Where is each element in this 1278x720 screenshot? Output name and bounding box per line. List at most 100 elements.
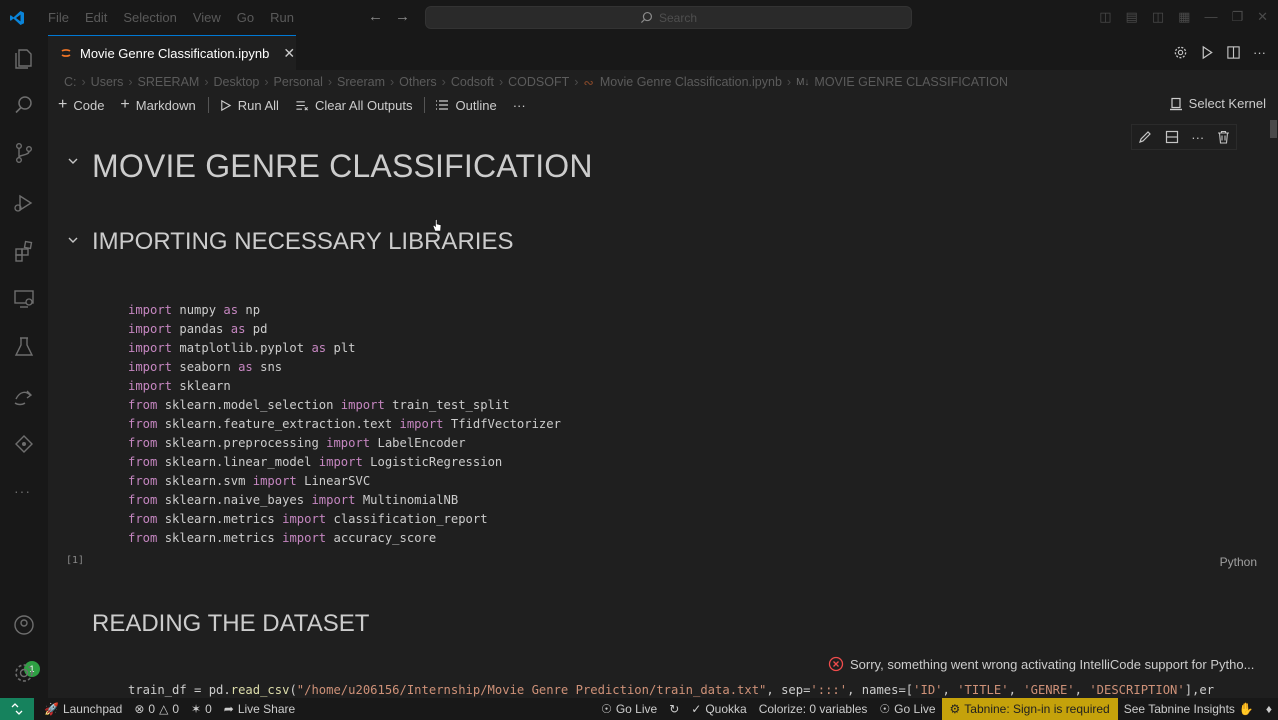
toolbar-divider bbox=[424, 97, 426, 113]
code-token: from bbox=[128, 512, 158, 526]
code-token: sklearn.linear_model bbox=[157, 455, 319, 469]
select-kernel-button[interactable]: Select Kernel bbox=[1169, 96, 1266, 111]
settings-gear-icon[interactable] bbox=[1173, 45, 1188, 60]
editor-scrollbar[interactable] bbox=[1270, 120, 1277, 138]
collapse-chevron-icon[interactable] bbox=[66, 233, 80, 247]
close-window-icon[interactable]: ✕ bbox=[1257, 9, 1268, 25]
notifications-bell[interactable]: ♦ bbox=[1260, 702, 1278, 716]
explorer-icon[interactable] bbox=[12, 47, 36, 71]
breadcrumb-item[interactable]: Codsoft bbox=[451, 75, 494, 89]
go-live-item-2[interactable]: ☉ Go Live bbox=[873, 702, 941, 716]
run-icon[interactable] bbox=[1200, 45, 1214, 60]
git-graph-icon[interactable] bbox=[12, 433, 36, 457]
tabnine-status[interactable]: ⚙ Tabnine: Sign-in is required bbox=[941, 698, 1118, 720]
colorize-item[interactable]: Colorize: 0 variables bbox=[753, 702, 874, 716]
breadcrumb-item[interactable]: Sreeram bbox=[337, 75, 385, 89]
sync-item[interactable]: ↻ bbox=[663, 702, 685, 716]
clear-all-outputs-button[interactable]: Clear All Outputs bbox=[295, 98, 412, 113]
live-share-icon[interactable] bbox=[12, 385, 36, 409]
code-cell-read-dataset[interactable]: train_df = pd.read_csv("/home/u206156/In… bbox=[128, 683, 1214, 697]
forward-arrow-icon[interactable]: → bbox=[395, 8, 410, 25]
tab-notebook[interactable]: Movie Genre Classification.ipynb ✕ bbox=[48, 35, 296, 70]
source-control-icon[interactable] bbox=[12, 141, 36, 165]
breadcrumb-item[interactable]: MOVIE GENRE CLASSIFICATION bbox=[814, 75, 1008, 89]
tabnine-insights-item[interactable]: See Tabnine Insights ✋ bbox=[1118, 702, 1260, 716]
more-actions-icon[interactable]: ··· bbox=[1253, 45, 1266, 60]
code-token: np bbox=[238, 303, 261, 317]
testing-icon[interactable] bbox=[12, 335, 36, 359]
markdown-heading-title: MOVIE GENRE CLASSIFICATION bbox=[92, 148, 593, 184]
menu-run[interactable]: Run bbox=[262, 10, 302, 25]
split-cell-icon[interactable] bbox=[1165, 130, 1179, 144]
menu-go[interactable]: Go bbox=[229, 10, 262, 25]
error-circle-icon: ⊗ bbox=[134, 702, 145, 716]
run-all-button[interactable]: Run All bbox=[219, 98, 279, 113]
more-views-icon[interactable]: ··· bbox=[14, 483, 31, 499]
toggle-panel-icon[interactable]: ▤ bbox=[1126, 9, 1138, 25]
muscle-icon: ✋ bbox=[1238, 702, 1254, 716]
breadcrumb-item[interactable]: Movie Genre Classification.ipynb bbox=[600, 75, 782, 89]
quokka-item[interactable]: ✓ Quokka bbox=[685, 702, 752, 716]
breadcrumb-item[interactable]: C: bbox=[64, 75, 77, 89]
toggle-secondary-sidebar-icon[interactable]: ◫ bbox=[1152, 9, 1164, 25]
code-token: read_csv bbox=[230, 683, 290, 697]
command-center-search[interactable]: Search bbox=[425, 6, 912, 29]
code-token: 'GENRE' bbox=[1023, 683, 1075, 697]
extensions-icon[interactable] bbox=[12, 239, 36, 263]
breadcrumb-item[interactable]: Others bbox=[399, 75, 437, 89]
remote-explorer-icon[interactable] bbox=[12, 287, 36, 311]
menu-selection[interactable]: Selection bbox=[115, 10, 184, 25]
minimize-icon[interactable]: — bbox=[1204, 9, 1217, 25]
cell-language[interactable]: Python bbox=[1220, 555, 1257, 569]
code-token: sklearn.svm bbox=[157, 474, 253, 488]
toggle-sidebar-icon[interactable]: ◫ bbox=[1099, 9, 1111, 25]
notification-toast[interactable]: Sorry, something went wrong activating I… bbox=[828, 656, 1254, 672]
code-token: from bbox=[128, 531, 158, 545]
delete-trash-icon[interactable] bbox=[1217, 130, 1230, 144]
go-live-item[interactable]: ☉ Go Live bbox=[595, 702, 663, 716]
tabnine-insights-label: See Tabnine Insights bbox=[1123, 702, 1235, 716]
code-line: from sklearn.feature_extraction.text imp… bbox=[128, 415, 561, 434]
breadcrumb-item[interactable]: Desktop bbox=[214, 75, 260, 89]
remote-icon bbox=[11, 703, 23, 715]
code-token: from bbox=[128, 436, 158, 450]
cell-toolbar: ··· bbox=[1131, 124, 1237, 150]
toolbar-more-button[interactable]: ··· bbox=[513, 98, 526, 113]
code-cell-imports[interactable]: import numpy as np import pandas as pd imp… bbox=[128, 301, 561, 548]
add-code-cell-button[interactable]: + Code bbox=[58, 96, 104, 114]
layout-icon[interactable]: ▦ bbox=[1178, 9, 1190, 25]
manage-gear-icon[interactable] bbox=[12, 661, 36, 685]
edit-pencil-icon[interactable] bbox=[1138, 130, 1152, 144]
breadcrumb-item[interactable]: CODSOFT bbox=[508, 75, 569, 89]
more-actions-icon: ··· bbox=[512, 97, 526, 113]
back-arrow-icon[interactable]: ← bbox=[368, 8, 383, 25]
menu-edit[interactable]: Edit bbox=[77, 10, 115, 25]
breadcrumb-item[interactable]: Personal bbox=[274, 75, 323, 89]
collapse-chevron-icon[interactable] bbox=[66, 154, 80, 168]
restore-icon[interactable]: ❐ bbox=[1231, 9, 1243, 25]
cell-more-icon[interactable]: ··· bbox=[1191, 130, 1204, 145]
add-code-label: Code bbox=[73, 97, 105, 113]
code-token: import bbox=[128, 360, 173, 374]
outline-button[interactable]: Outline bbox=[435, 97, 497, 113]
jupyter-file-icon bbox=[61, 49, 71, 57]
run-debug-icon[interactable] bbox=[12, 191, 36, 215]
menu-file[interactable]: File bbox=[40, 10, 77, 25]
add-markdown-cell-button[interactable]: + Markdown bbox=[120, 96, 195, 114]
search-icon[interactable] bbox=[12, 93, 36, 117]
code-token: import bbox=[282, 531, 327, 545]
breadcrumb-item[interactable]: SREERAM bbox=[138, 75, 200, 89]
broadcast-icon: ☉ bbox=[879, 702, 891, 716]
menu-view[interactable]: View bbox=[185, 10, 229, 25]
split-editor-icon[interactable] bbox=[1226, 45, 1241, 60]
ports-item[interactable]: ✶ 0 bbox=[185, 702, 218, 716]
breadcrumb-item[interactable]: Users bbox=[91, 75, 124, 89]
launchpad-item[interactable]: 🚀 Launchpad bbox=[38, 702, 128, 716]
problems-item[interactable]: ⊗ 0 △ 0 bbox=[128, 702, 185, 716]
remote-indicator[interactable] bbox=[0, 698, 34, 720]
live-share-item[interactable]: ➦ Live Share bbox=[218, 702, 301, 716]
code-line: from sklearn.svm import LinearSVC bbox=[128, 472, 561, 491]
tab-close-icon[interactable]: ✕ bbox=[283, 45, 295, 62]
outline-label: Outline bbox=[455, 97, 497, 113]
accounts-icon[interactable] bbox=[12, 613, 36, 637]
